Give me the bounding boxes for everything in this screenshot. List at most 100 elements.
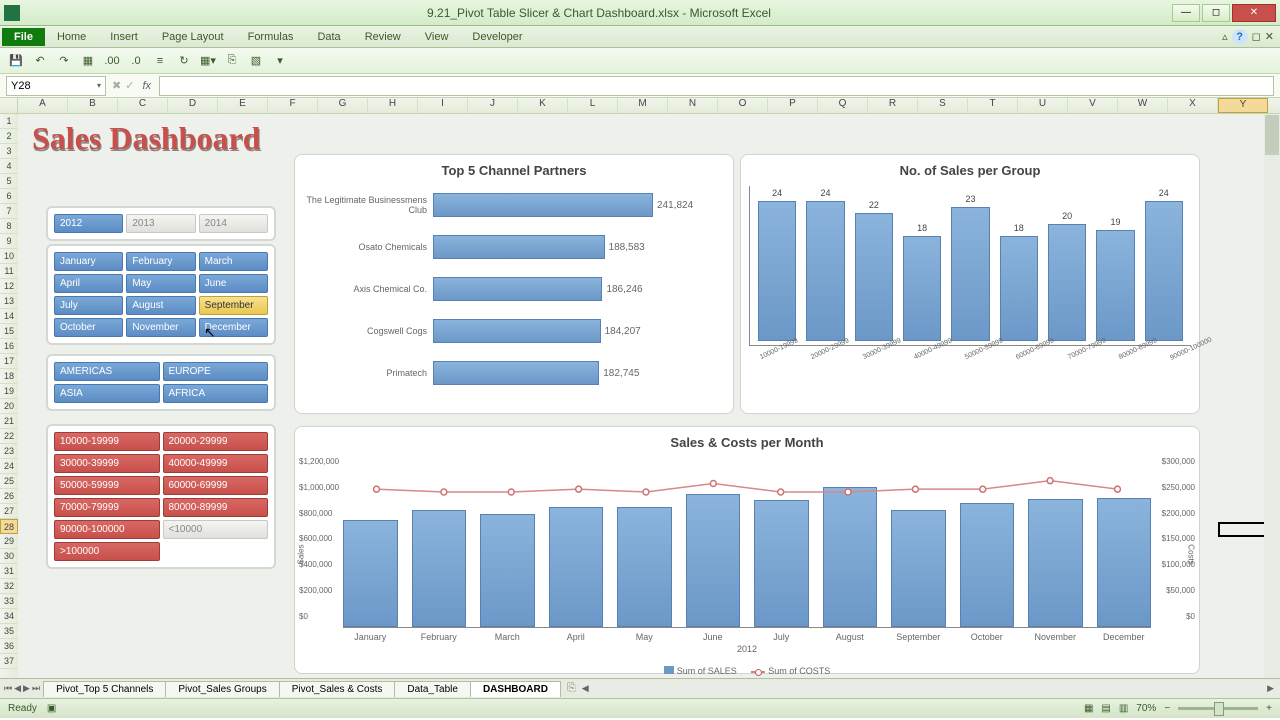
column-header[interactable]: Y xyxy=(1218,98,1268,113)
tab-nav-first-icon[interactable]: ⏮ xyxy=(4,683,12,694)
column-header[interactable]: B xyxy=(68,98,118,113)
column-header[interactable]: S xyxy=(918,98,968,113)
view-page-break-icon[interactable]: ▥ xyxy=(1119,703,1128,714)
enter-icon[interactable]: ✓ xyxy=(125,79,134,92)
undo-icon[interactable]: ↶ xyxy=(30,51,50,71)
row-header[interactable]: 22 xyxy=(0,429,18,444)
sheet-tab[interactable]: Pivot_Sales Groups xyxy=(165,681,279,697)
ribbon-tab-view[interactable]: View xyxy=(413,28,461,46)
column-header[interactable]: F xyxy=(268,98,318,113)
column-header[interactable]: Q xyxy=(818,98,868,113)
close-button[interactable]: ✕ xyxy=(1232,4,1276,22)
column-header[interactable]: L xyxy=(568,98,618,113)
sheet-tab[interactable]: Data_Table xyxy=(394,681,471,697)
slicer-item[interactable]: ASIA xyxy=(54,384,160,403)
row-header[interactable]: 10 xyxy=(0,249,18,264)
cancel-icon[interactable]: ✖ xyxy=(112,79,121,92)
column-header[interactable]: T xyxy=(968,98,1018,113)
wrap-icon[interactable]: ↻ xyxy=(174,51,194,71)
new-sheet-icon[interactable]: ⎘ xyxy=(567,682,576,695)
column-header[interactable]: X xyxy=(1168,98,1218,113)
tab-nav-next-icon[interactable]: ▶ xyxy=(23,683,30,694)
row-header[interactable]: 24 xyxy=(0,459,18,474)
zoom-in-icon[interactable]: + xyxy=(1266,703,1272,714)
column-header[interactable]: C xyxy=(118,98,168,113)
row-header[interactable]: 2 xyxy=(0,129,18,144)
row-header[interactable]: 28 xyxy=(0,519,18,534)
row-header[interactable]: 11 xyxy=(0,264,18,279)
column-header[interactable]: M xyxy=(618,98,668,113)
align-icon[interactable]: ≡ xyxy=(150,51,170,71)
ribbon-tab-insert[interactable]: Insert xyxy=(98,28,150,46)
qat-btn[interactable]: ▦▾ xyxy=(198,51,218,71)
worksheet-canvas[interactable]: Sales Dashboard 201220132014 JanuaryFebr… xyxy=(18,114,1280,678)
slicer-item[interactable]: July xyxy=(54,296,123,315)
chart-sales-per-group[interactable]: No. of Sales per Group 24242218231820192… xyxy=(740,154,1200,414)
slicer-item[interactable]: 30000-39999 xyxy=(54,454,160,473)
row-header[interactable]: 32 xyxy=(0,579,18,594)
sheet-tab[interactable]: Pivot_Sales & Costs xyxy=(279,681,396,697)
maximize-button[interactable]: ◻ xyxy=(1202,4,1230,22)
tab-nav-last-icon[interactable]: ⏭ xyxy=(32,683,40,694)
ribbon-tab-file[interactable]: File xyxy=(2,28,45,46)
row-header[interactable]: 12 xyxy=(0,279,18,294)
row-header[interactable]: 15 xyxy=(0,324,18,339)
row-header[interactable]: 30 xyxy=(0,549,18,564)
row-header[interactable]: 1 xyxy=(0,114,18,129)
row-header[interactable]: 23 xyxy=(0,444,18,459)
column-header[interactable]: D xyxy=(168,98,218,113)
column-header[interactable]: K xyxy=(518,98,568,113)
decrease-decimal-icon[interactable]: .00 xyxy=(102,51,122,71)
slicer-item[interactable]: 50000-59999 xyxy=(54,476,160,495)
slicer-item[interactable]: 60000-69999 xyxy=(163,476,269,495)
view-normal-icon[interactable]: ▦ xyxy=(1084,703,1093,714)
column-header[interactable]: N xyxy=(668,98,718,113)
slicer-item[interactable]: October xyxy=(54,318,123,337)
column-header[interactable]: G xyxy=(318,98,368,113)
slicer-item[interactable]: 40000-49999 xyxy=(163,454,269,473)
row-header[interactable]: 13 xyxy=(0,294,18,309)
ribbon-tab-review[interactable]: Review xyxy=(353,28,413,46)
formula-input[interactable] xyxy=(159,76,1274,96)
ribbon-tab-data[interactable]: Data xyxy=(305,28,352,46)
increase-decimal-icon[interactable]: .0 xyxy=(126,51,146,71)
slicer-item[interactable]: September xyxy=(199,296,268,315)
slicer-item[interactable]: August xyxy=(126,296,195,315)
row-header[interactable]: 25 xyxy=(0,474,18,489)
save-icon[interactable]: 💾 xyxy=(6,51,26,71)
slicer-item[interactable]: 2012 xyxy=(54,214,123,233)
sheet-tab[interactable]: DASHBOARD xyxy=(470,681,561,697)
sheet-tab[interactable]: Pivot_Top 5 Channels xyxy=(43,681,166,697)
qat-btn[interactable]: ▧ xyxy=(246,51,266,71)
slicer-item[interactable]: EUROPE xyxy=(163,362,269,381)
ribbon-tab-home[interactable]: Home xyxy=(45,28,98,46)
slicer-item[interactable]: 70000-79999 xyxy=(54,498,160,517)
row-header[interactable]: 29 xyxy=(0,534,18,549)
zoom-level[interactable]: 70% xyxy=(1136,703,1156,714)
row-header[interactable]: 19 xyxy=(0,384,18,399)
row-header[interactable]: 9 xyxy=(0,234,18,249)
slicer-item[interactable]: 2013 xyxy=(126,214,195,233)
row-header[interactable]: 20 xyxy=(0,399,18,414)
redo-icon[interactable]: ↷ xyxy=(54,51,74,71)
slicer-item[interactable]: 20000-29999 xyxy=(163,432,269,451)
slicer-item[interactable]: February xyxy=(126,252,195,271)
chart-sales-costs-monthly[interactable]: Sales & Costs per Month $1,200,000$1,000… xyxy=(294,426,1200,674)
slicer-item[interactable]: AMERICAS xyxy=(54,362,160,381)
slicer-item[interactable]: AFRICA xyxy=(163,384,269,403)
row-header[interactable]: 7 xyxy=(0,204,18,219)
tab-nav-prev-icon[interactable]: ◀ xyxy=(14,683,21,694)
row-header[interactable]: 26 xyxy=(0,489,18,504)
name-box[interactable]: Y28 xyxy=(6,76,106,96)
window-close-icon[interactable]: ✕ xyxy=(1265,30,1274,43)
vertical-scrollbar[interactable] xyxy=(1264,114,1280,678)
column-header[interactable]: V xyxy=(1068,98,1118,113)
slicer-item[interactable]: <10000 xyxy=(163,520,269,539)
row-header[interactable]: 31 xyxy=(0,564,18,579)
column-header[interactable]: P xyxy=(768,98,818,113)
slicer-item[interactable]: March xyxy=(199,252,268,271)
row-header[interactable]: 16 xyxy=(0,339,18,354)
column-header[interactable]: W xyxy=(1118,98,1168,113)
row-header[interactable]: 33 xyxy=(0,594,18,609)
row-header[interactable]: 36 xyxy=(0,639,18,654)
